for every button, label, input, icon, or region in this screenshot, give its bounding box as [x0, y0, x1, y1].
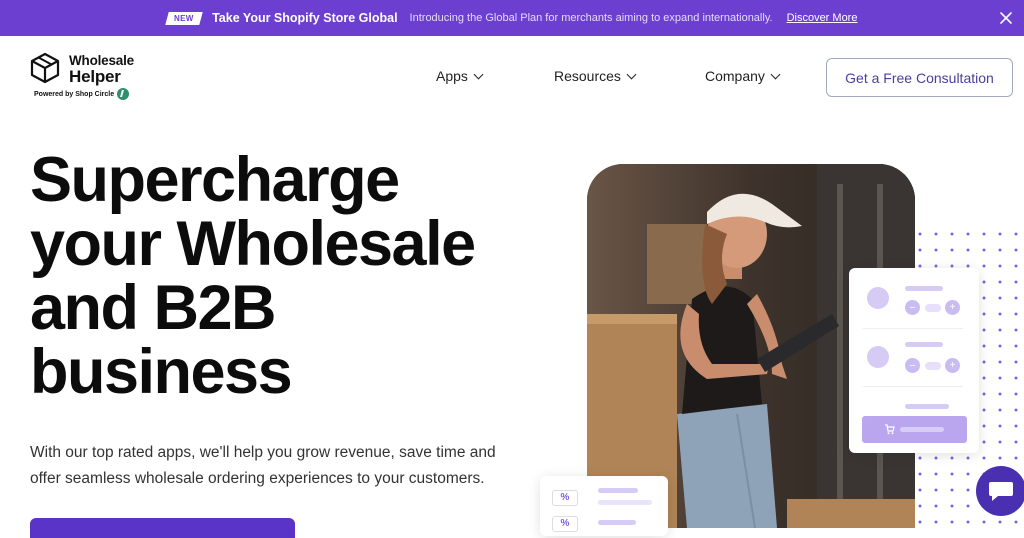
product-thumbnail: [867, 287, 889, 309]
hero-cta-button[interactable]: [30, 518, 295, 538]
placeholder-line: [905, 286, 943, 291]
announcement-bar: NEW Take Your Shopify Store Global Intro…: [0, 0, 1024, 36]
minus-icon: –: [905, 358, 920, 373]
plus-icon: +: [945, 358, 960, 373]
placeholder-line: [900, 427, 944, 432]
placeholder-line: [905, 404, 949, 409]
placeholder-line: [598, 520, 636, 525]
powered-by: Powered by Shop Circle: [34, 88, 130, 100]
chat-button[interactable]: [976, 466, 1024, 516]
placeholder-line: [598, 500, 652, 505]
announcement-description: Introducing the Global Plan for merchant…: [409, 12, 773, 24]
divider: [863, 328, 963, 329]
discount-card: % %: [540, 476, 668, 536]
minus-icon: –: [905, 300, 920, 315]
chevron-down-icon: [626, 69, 637, 79]
cube-icon: [30, 52, 60, 84]
product-thumbnail: [867, 346, 889, 368]
logo-wordmark: Wholesale Helper: [69, 53, 134, 86]
hero-subtitle: With our top rated apps, we'll help you …: [30, 444, 496, 487]
quantity-pill: [925, 304, 941, 312]
percent-icon: %: [552, 516, 578, 532]
chevron-down-icon: [473, 69, 484, 79]
announcement-headline: Take Your Shopify Store Global: [212, 11, 398, 25]
site-header: Wholesale Helper Powered by Shop Circle …: [0, 36, 1024, 118]
placeholder-line: [598, 488, 638, 493]
chat-icon: [989, 482, 1013, 501]
chevron-down-icon: [770, 69, 781, 79]
new-badge: NEW: [164, 11, 202, 25]
discover-more-link[interactable]: Discover More: [787, 12, 858, 24]
logo[interactable]: Wholesale Helper Powered by Shop Circle: [30, 52, 140, 102]
cart-icon: [885, 424, 895, 435]
quantity-pill: [925, 362, 941, 370]
close-icon[interactable]: [996, 8, 1016, 28]
nav-company[interactable]: Company: [705, 68, 781, 84]
free-consultation-button[interactable]: Get a Free Consultation: [826, 58, 1013, 97]
hero-title: Supercharge your Wholesale and B2B busin…: [30, 145, 476, 407]
plus-icon: +: [945, 300, 960, 315]
nav-resources[interactable]: Resources: [554, 68, 637, 84]
nav-apps[interactable]: Apps: [436, 68, 484, 84]
percent-icon: %: [552, 490, 578, 506]
add-to-cart-button: [862, 416, 967, 443]
divider: [863, 386, 963, 387]
placeholder-line: [905, 342, 943, 347]
shop-circle-icon: [117, 88, 130, 100]
